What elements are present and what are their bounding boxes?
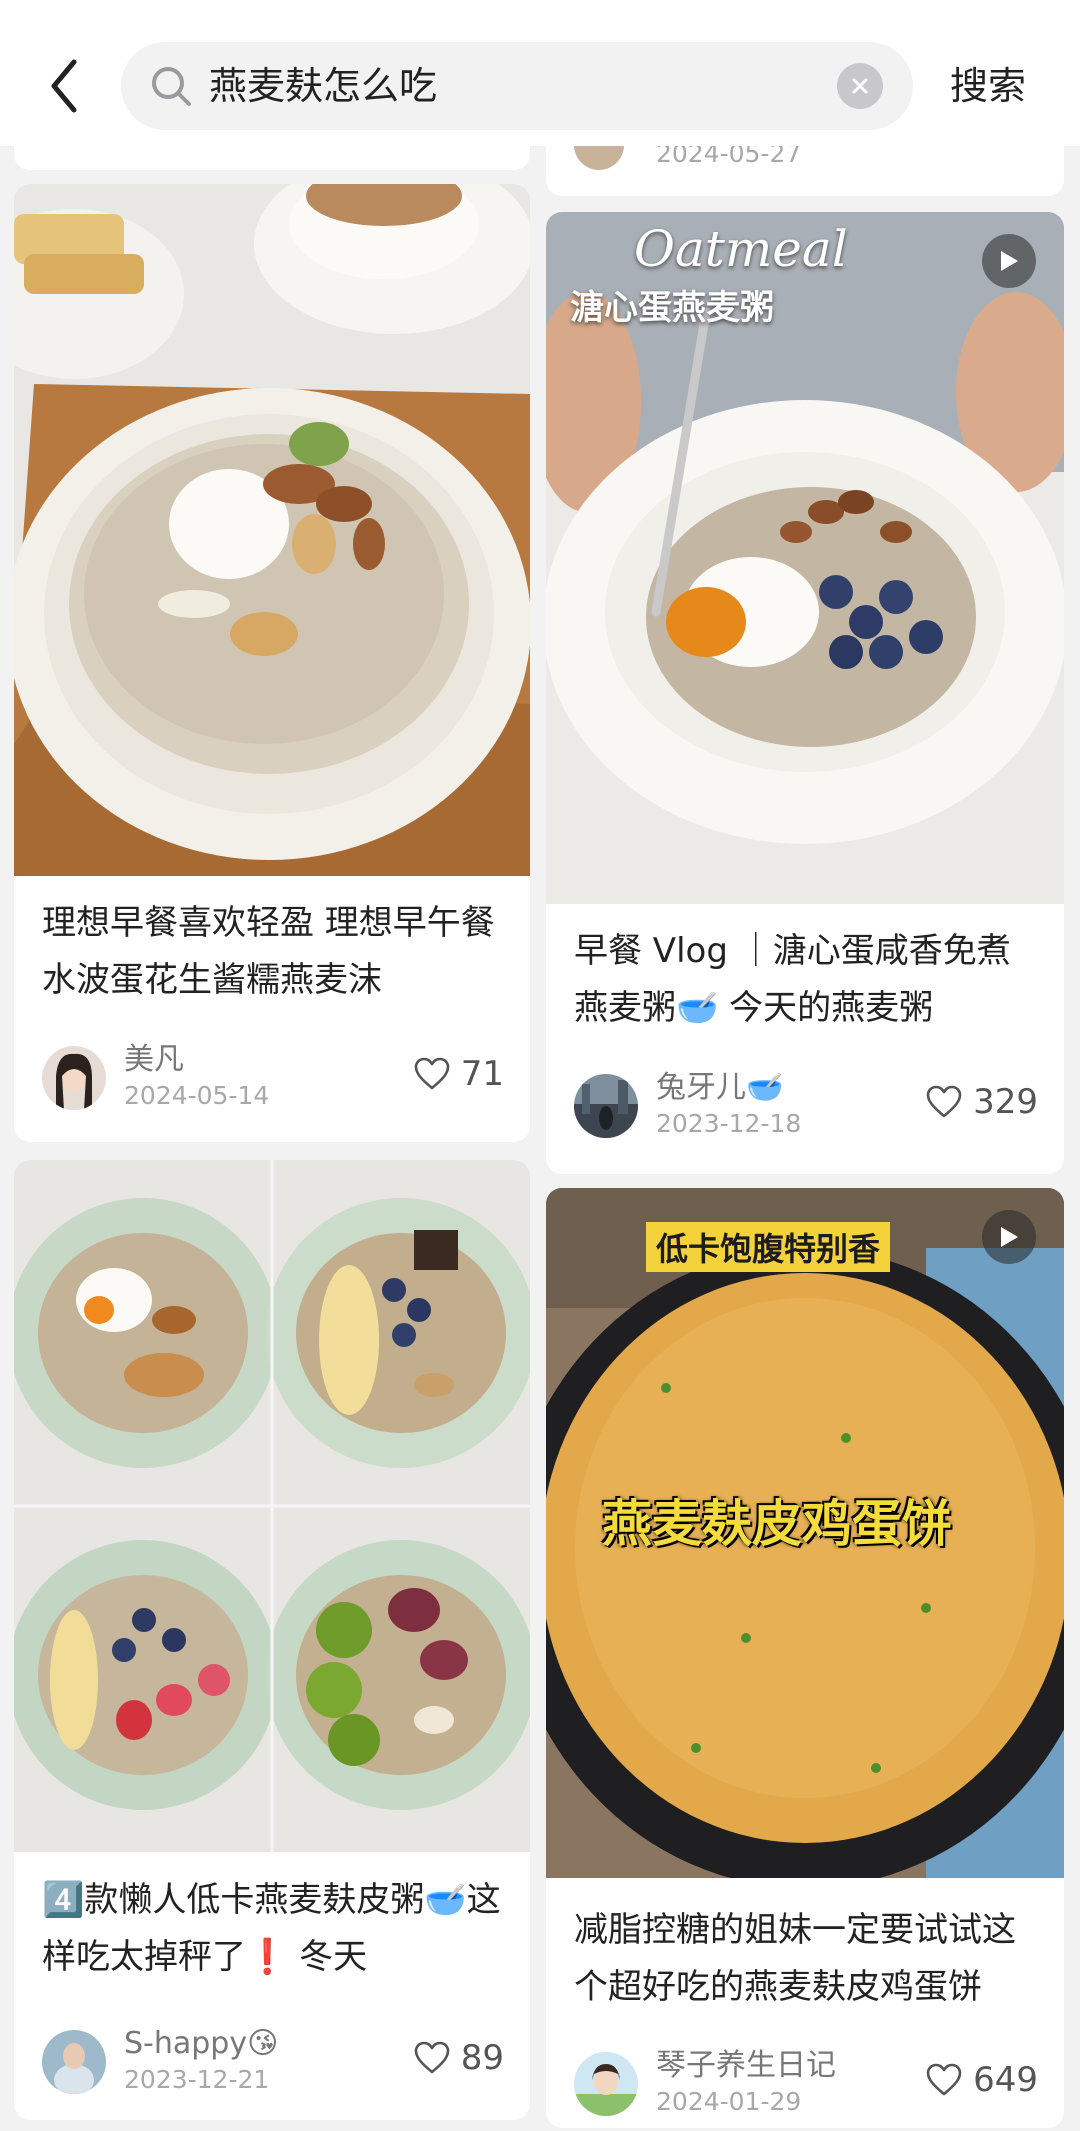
post-date: 2024-05-14 [124,1081,270,1110]
avatar-image [574,2052,638,2116]
post-title[interactable]: 早餐 Vlog ｜溏心蛋咸香免煮燕麦粥🥣 今天的燕麦粥 [574,923,1040,1037]
author-name[interactable]: 琴子养生日记 [656,2048,836,2084]
heart-outline-icon [926,2063,962,2096]
search-input[interactable]: 燕麦麸怎么吃 [209,62,437,110]
avatar-image [574,1074,638,1138]
post-card[interactable]: 低卡饱腹特别香 燕麦麸皮鸡蛋饼 减脂控糖的姐妹一定要试试这个超好吃的燕麦麸皮鸡蛋… [546,1188,1064,2128]
like-count: 329 [973,1082,1038,1122]
like-button[interactable]: 329 [925,1082,1038,1122]
post-cover-image [14,1160,530,1852]
cover-overlay-center: 燕麦麸皮鸡蛋饼 [602,1495,952,1553]
post-date: 2024-01-29 [656,2087,802,2116]
post-card[interactable]: Oatmeal 溏心蛋燕麦粥 早餐 Vlog ｜溏心蛋咸香免煮燕麦粥🥣 今天的燕… [546,212,1064,1174]
back-button[interactable] [40,54,88,118]
avatar[interactable] [42,1046,106,1110]
close-icon [852,78,868,94]
post-date: 2023-12-21 [124,2065,270,2094]
cover-overlay-title: Oatmeal [634,220,848,278]
post-card[interactable]: 理想早餐喜欢轻盈 理想早午餐水波蛋花生酱糯燕麦沫 美凡 2024-05-14 7… [14,184,530,1142]
play-icon [1001,1227,1018,1247]
avatar-image [42,2030,106,2094]
cover-overlay-top: 低卡饱腹特别香 [646,1222,891,1272]
like-button[interactable]: 71 [413,1054,504,1094]
heart-outline-icon [414,2041,450,2074]
play-button[interactable] [982,234,1036,288]
author-name[interactable]: 兔牙儿🥣 [656,1070,783,1106]
heart-outline-icon [926,1085,962,1118]
author-name[interactable]: S-happy😘 [124,2026,278,2062]
post-title[interactable]: 4️⃣款懒人低卡燕麦麸皮粥🥣这样吃太掉秤了❗️ 冬天 [42,1872,506,1986]
author-name[interactable]: 美凡 [124,1042,184,1078]
heart-outline-icon [414,1057,450,1090]
avatar-image [42,1046,106,1110]
like-count: 71 [460,1054,504,1094]
like-count: 89 [460,2038,504,2078]
like-count: 649 [973,2060,1038,2100]
post-cover-image [14,184,530,876]
play-icon [1001,251,1018,271]
clear-search-button[interactable] [837,63,883,109]
top-bar: 燕麦麸怎么吃 搜索 [0,0,1080,146]
chevron-left-icon [51,59,77,113]
play-button[interactable] [982,1210,1036,1264]
avatar[interactable] [574,1074,638,1138]
search-bar[interactable]: 燕麦麸怎么吃 [121,42,913,130]
avatar[interactable] [42,2030,106,2094]
search-icon [152,67,191,106]
post-title[interactable]: 理想早餐喜欢轻盈 理想早午餐水波蛋花生酱糯燕麦沫 [42,895,506,1009]
post-title[interactable]: 减脂控糖的姐妹一定要试试这个超好吃的燕麦麸皮鸡蛋饼 [574,1902,1040,2016]
post-card[interactable]: 4️⃣款懒人低卡燕麦麸皮粥🥣这样吃太掉秤了❗️ 冬天 S-happy😘 2023… [14,1160,530,2120]
like-button[interactable]: 649 [925,2060,1038,2100]
avatar[interactable] [574,2052,638,2116]
like-button[interactable]: 89 [413,2038,504,2078]
post-date: 2023-12-18 [656,1109,802,1138]
cover-overlay-subtitle: 溏心蛋燕麦粥 [570,288,774,328]
search-button[interactable]: 搜索 [950,58,1026,114]
